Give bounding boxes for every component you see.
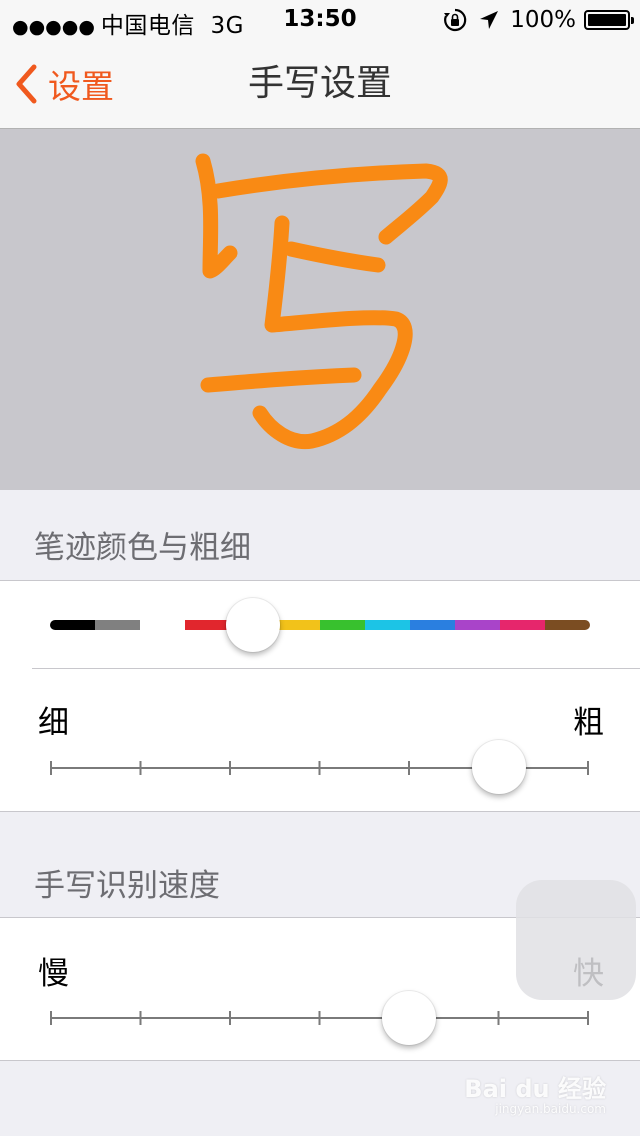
battery-icon xyxy=(584,10,634,30)
stroke-settings-card: 细 粗 xyxy=(0,580,640,812)
battery-fill xyxy=(588,14,626,26)
thick-label: 粗 xyxy=(573,705,604,741)
thin-label: 细 xyxy=(38,705,69,741)
rotation-lock-icon xyxy=(442,7,468,33)
location-arrow-icon xyxy=(478,9,500,31)
handwriting-preview[interactable] xyxy=(0,129,640,490)
slow-label: 慢 xyxy=(38,956,69,992)
color-slider-knob[interactable] xyxy=(225,598,280,652)
color-swatch[interactable] xyxy=(320,620,365,630)
handwriting-stroke-drawing xyxy=(195,153,448,450)
watermark-sub: jingyan.baidu.com xyxy=(495,1101,606,1116)
status-right: 100% xyxy=(442,6,634,34)
battery-cap xyxy=(631,17,634,24)
color-swatch[interactable] xyxy=(140,620,185,630)
page-title: 手写设置 xyxy=(247,63,392,104)
speed-slider-knob[interactable] xyxy=(382,991,436,1045)
color-palette-slider[interactable] xyxy=(50,620,590,630)
row-divider xyxy=(32,668,640,669)
color-swatch[interactable] xyxy=(275,620,320,630)
color-swatch[interactable] xyxy=(410,620,455,630)
speed-section-header: 手写识别速度 xyxy=(34,868,220,904)
stroke-section-header: 笔迹颜色与粗细 xyxy=(34,530,251,566)
color-swatch[interactable] xyxy=(95,620,140,630)
battery-percent: 100% xyxy=(510,7,576,33)
color-swatch[interactable] xyxy=(455,620,500,630)
watermark-text: Bai du 经验 xyxy=(464,1075,606,1104)
baidu-watermark: Bai du 经验 jingyan.baidu.com xyxy=(464,1076,606,1116)
color-swatch[interactable] xyxy=(545,620,590,630)
speed-slider-track[interactable] xyxy=(50,1008,589,1028)
color-swatch[interactable] xyxy=(365,620,410,630)
color-swatch[interactable] xyxy=(500,620,545,630)
assistive-touch-button[interactable] xyxy=(516,880,636,1000)
color-swatch[interactable] xyxy=(185,620,230,630)
thickness-slider-knob[interactable] xyxy=(471,740,526,794)
status-bar: ●●●●● 中国电信 3G 13:50 100% xyxy=(0,0,640,40)
navigation-bar: 设置 手写设置 xyxy=(0,40,640,129)
color-swatch[interactable] xyxy=(50,620,95,630)
